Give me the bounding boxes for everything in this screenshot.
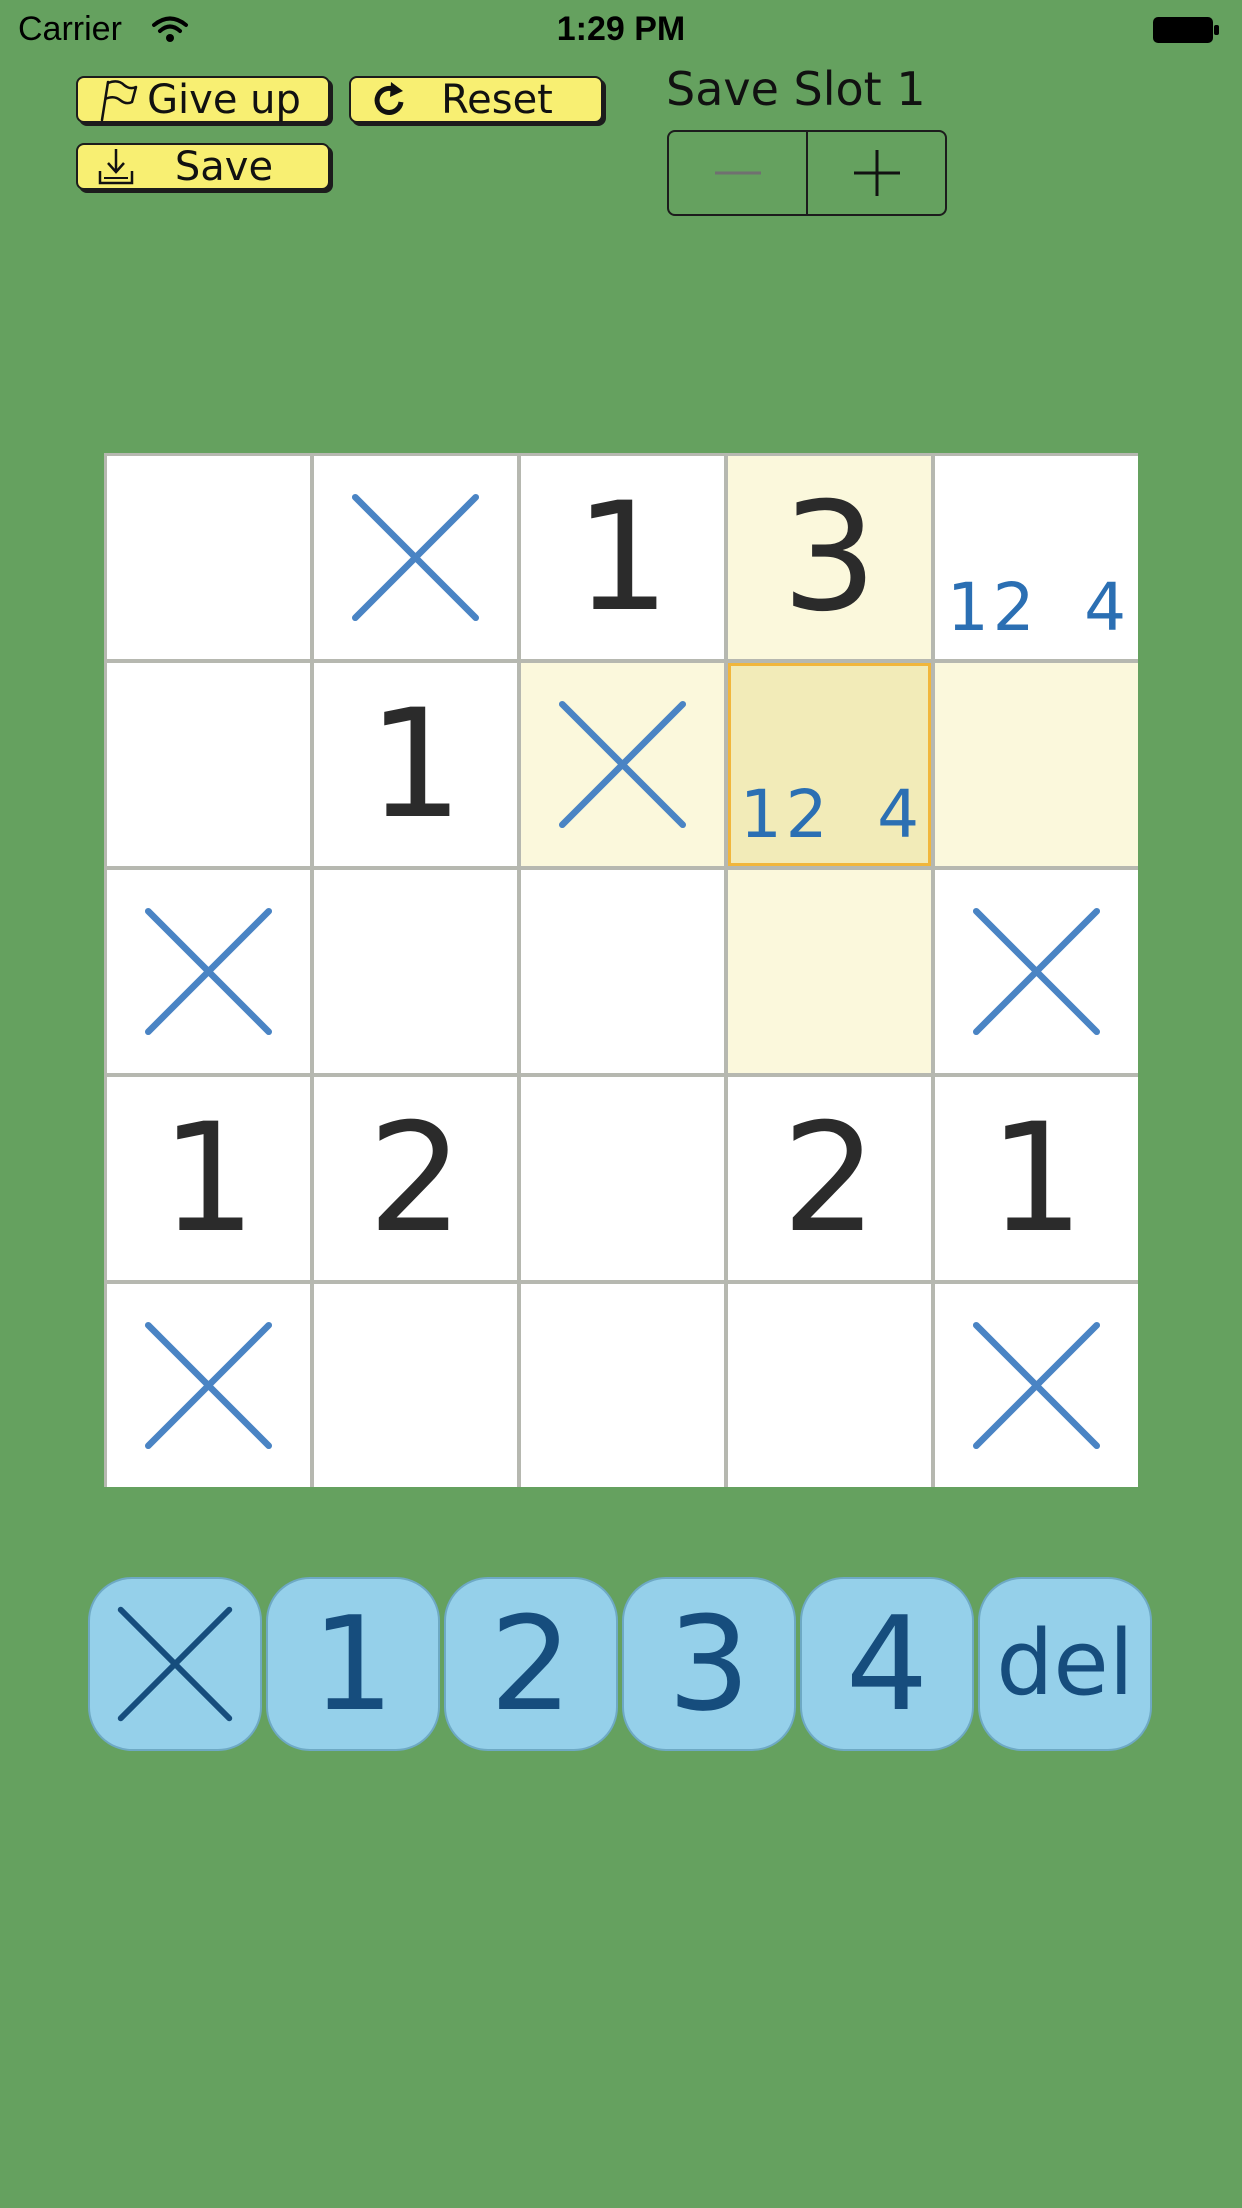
board-cell-r2c4[interactable]: 124: [728, 663, 931, 866]
give-up-label: Give up: [147, 76, 301, 123]
board-cell-r2c5[interactable]: [935, 663, 1138, 866]
memo-digit: 1: [946, 569, 989, 646]
refresh-icon: [374, 81, 404, 115]
board-cell-r4c1[interactable]: 1: [107, 1077, 310, 1280]
cell-number: 2: [367, 1091, 464, 1266]
memo-digit: 4: [877, 776, 920, 853]
cross-mark-icon: [351, 493, 480, 622]
cell-number: 3: [781, 470, 878, 645]
board-cell-r2c1[interactable]: [107, 663, 310, 866]
cell-memo: 124: [945, 571, 1128, 641]
give-up-button[interactable]: Give up: [76, 76, 330, 123]
key-label: 1: [311, 1588, 395, 1740]
board-cell-r3c3[interactable]: [521, 870, 724, 1073]
key-1-button[interactable]: 1: [266, 1577, 440, 1751]
cross-mark-icon: [117, 1606, 233, 1722]
board-cell-r1c5[interactable]: 124: [935, 456, 1138, 659]
board-cell-r3c2[interactable]: [314, 870, 517, 1073]
cell-number: 1: [367, 677, 464, 852]
board-cell-r1c4[interactable]: 3: [728, 456, 931, 659]
cell-memo: 124: [738, 778, 921, 848]
cross-mark-icon: [972, 1321, 1101, 1450]
board-cell-r5c4[interactable]: [728, 1284, 931, 1487]
board-cell-r3c1[interactable]: [107, 870, 310, 1073]
save-slot-label: Save Slot 1: [666, 62, 926, 116]
memo-digit: 2: [785, 776, 828, 853]
plus-icon: [853, 150, 900, 196]
slot-increment-button[interactable]: [806, 132, 945, 214]
key-label: 4: [845, 1588, 929, 1740]
cross-mark-icon: [144, 1321, 273, 1450]
board-cell-r2c3[interactable]: [521, 663, 724, 866]
status-bar: Carrier 1:29 PM: [0, 0, 1242, 60]
save-slot-stepper: [667, 130, 947, 216]
key-2-button[interactable]: 2: [444, 1577, 618, 1751]
minus-icon: [714, 171, 761, 175]
puzzle-board: 1312411241221: [104, 453, 1138, 1487]
key-4-button[interactable]: 4: [800, 1577, 974, 1751]
save-button[interactable]: Save: [76, 143, 330, 190]
board-cell-r4c2[interactable]: 2: [314, 1077, 517, 1280]
cell-number: 1: [160, 1091, 257, 1266]
cross-mark-icon: [144, 907, 273, 1036]
memo-digit: 1: [739, 776, 782, 853]
key-label: 2: [489, 1588, 573, 1740]
reset-button[interactable]: Reset: [349, 76, 603, 123]
cell-number: 2: [781, 1091, 878, 1266]
board-cell-r1c2[interactable]: [314, 456, 517, 659]
board-cell-r1c1[interactable]: [107, 456, 310, 659]
cross-mark-icon: [558, 700, 687, 829]
cell-number: 1: [574, 470, 671, 645]
board-cell-r4c4[interactable]: 2: [728, 1077, 931, 1280]
save-label: Save: [174, 143, 274, 190]
reset-label: Reset: [441, 76, 553, 123]
key-label: del: [996, 1611, 1134, 1716]
board-cell-r5c1[interactable]: [107, 1284, 310, 1487]
board-cell-r5c3[interactable]: [521, 1284, 724, 1487]
key-del-button[interactable]: del: [978, 1577, 1152, 1751]
key-3-button[interactable]: 3: [622, 1577, 796, 1751]
memo-digit: 4: [1084, 569, 1127, 646]
key-x-button[interactable]: [88, 1577, 262, 1751]
board-cell-r4c5[interactable]: 1: [935, 1077, 1138, 1280]
board-cell-r2c2[interactable]: 1: [314, 663, 517, 866]
battery-icon: [1153, 17, 1219, 43]
flag-icon: [100, 79, 138, 121]
board-cell-r5c2[interactable]: [314, 1284, 517, 1487]
clock: 1:29 PM: [556, 10, 686, 48]
cell-number: 1: [988, 1091, 1085, 1266]
cross-mark-icon: [972, 907, 1101, 1036]
key-label: 3: [667, 1588, 751, 1740]
board-cell-r3c4[interactable]: [728, 870, 931, 1073]
board-cell-r4c3[interactable]: [521, 1077, 724, 1280]
number-keypad: 1 2 3 4 del: [88, 1577, 1152, 1751]
board-cell-r3c5[interactable]: [935, 870, 1138, 1073]
slot-decrement-button[interactable]: [669, 132, 806, 214]
board-cell-r5c5[interactable]: [935, 1284, 1138, 1487]
download-icon: [98, 148, 134, 184]
memo-digit: 2: [992, 569, 1035, 646]
board-cell-r1c3[interactable]: 1: [521, 456, 724, 659]
